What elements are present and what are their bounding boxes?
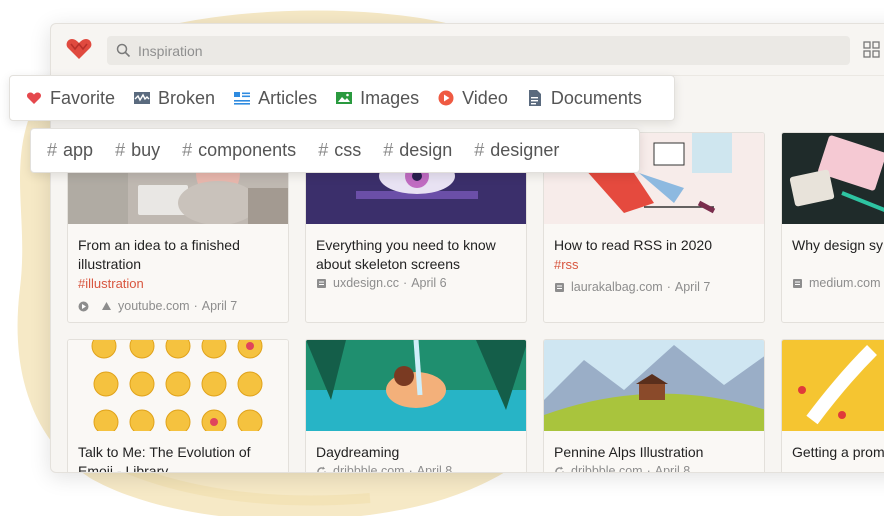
type-label: Favorite [50,87,116,108]
tag-components[interactable]: # components [182,140,296,161]
card-source: dribbble.com [571,464,643,473]
tag-design[interactable]: # design [383,140,452,161]
type-broken[interactable]: Broken [134,88,215,109]
article-favicon-icon [792,278,803,289]
search-icon [116,43,131,58]
broken-link-icon [134,90,151,106]
search-input[interactable] [138,36,838,65]
type-label: Documents [550,87,642,108]
card-title[interactable]: Getting a prom same as being [792,443,884,462]
card-title[interactable]: Why design sy product design [792,236,884,255]
video-icon [78,301,89,312]
card-meta: dribbble.com · April 8 [316,464,453,473]
card-title[interactable]: Everything you need to know about skelet… [316,236,521,274]
bookmark-card[interactable]: Talk to Me: The Evolution of Emoji - Lib… [67,339,289,472]
app-logo-icon[interactable] [66,38,92,60]
tag-css[interactable]: # css [318,140,361,161]
card-source: medium.com [809,276,881,290]
card-source: dribbble.com [333,464,405,473]
card-date: April 6 [411,276,447,290]
card-date: April 7 [674,280,711,294]
video-icon [438,90,454,106]
refresh-icon [316,466,327,472]
youtube-favicon-icon [101,301,112,312]
card-meta: laurakalbag.com · April 7 [554,280,710,294]
refresh-icon [554,466,565,472]
card-thumbnail [306,340,526,431]
card-title[interactable]: Daydreaming [316,443,521,462]
card-date: April 7 [201,299,238,313]
card-source: laurakalbag.com [571,280,663,294]
top-bar [51,24,884,76]
search-bar[interactable] [107,36,850,65]
card-meta: medium.com · A [792,276,884,290]
article-favicon-icon [554,282,565,293]
card-meta: uxdesign.cc · April 6 [316,276,447,290]
articles-icon [234,90,251,106]
type-articles[interactable]: Articles [234,88,317,109]
heart-icon [26,90,42,106]
type-label: Video [462,87,508,108]
bookmark-card[interactable]: Daydreaming dribbble.com · April 8 [305,339,527,473]
card-meta: dribbble.com · April 8 [554,464,691,473]
grid-view-icon[interactable] [863,41,880,58]
type-video[interactable]: Video [438,88,508,109]
bookmark-card[interactable]: Getting a prom same as being [781,339,884,472]
article-favicon-icon [316,278,327,289]
card-date: April 8 [654,464,691,473]
card-meta: youtube.com · April 7 [78,299,237,313]
card-thumbnail [782,340,884,431]
type-images[interactable]: Images [336,88,419,109]
card-date: April 8 [416,464,453,473]
image-icon [336,90,353,106]
type-filter-panel: Favorite Broken Articles Images Video Do… [9,75,675,121]
card-source: uxdesign.cc [333,276,400,290]
card-thumbnail [68,340,288,431]
card-source: youtube.com [118,299,190,313]
card-title[interactable]: Pennine Alps Illustration [554,443,759,462]
card-thumbnail [544,340,764,431]
card-title[interactable]: Talk to Me: The Evolution of Emoji - Lib… [78,443,283,472]
card-title[interactable]: How to read RSS in 2020 [554,236,759,255]
bookmark-card[interactable]: Pennine Alps Illustration dribbble.com ·… [543,339,765,473]
type-label: Broken [158,87,216,108]
type-label: Images [360,87,420,108]
tag-designer[interactable]: # designer [474,140,559,161]
type-documents[interactable]: Documents [527,88,642,109]
card-thumbnail [782,133,884,224]
document-icon [527,90,543,106]
tag-app[interactable]: # app [47,140,93,161]
card-title[interactable]: From an idea to a finished illustration [78,236,283,274]
type-favorite[interactable]: Favorite [26,88,115,109]
card-tag[interactable]: #rss [554,257,579,272]
tag-buy[interactable]: # buy [115,140,160,161]
bookmark-card[interactable]: Why design sy product design medium.com … [781,132,884,323]
tag-filter-panel: # app # buy # components # css # design # desi… [30,128,640,173]
card-tag[interactable]: #illustration [78,276,144,291]
type-label: Articles [258,87,318,108]
